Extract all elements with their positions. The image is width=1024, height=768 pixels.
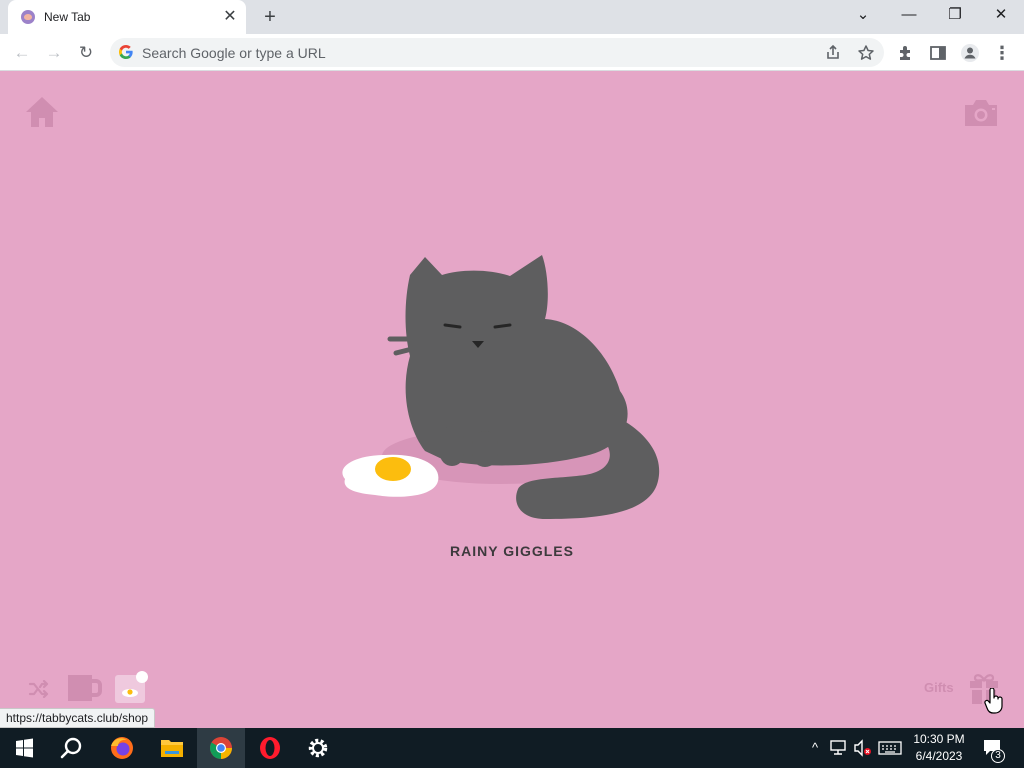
bookmark-star-icon[interactable] — [855, 42, 877, 64]
taskbar-clock[interactable]: 10:30 PM 6/4/2023 — [905, 731, 973, 765]
home-icon[interactable] — [24, 95, 60, 129]
browser-toolbar: ← → ↻ ⋮ — [0, 34, 1024, 71]
new-tab-page: RAINY GIGGLES Gifts https://tabbycats.cl… — [0, 71, 1024, 728]
tabbycats-favicon-icon — [21, 10, 35, 24]
tab-strip: New Tab ✕ + ⌄ — ❐ ✕ — [0, 0, 1024, 34]
google-logo-icon — [119, 45, 133, 59]
share-icon[interactable] — [822, 42, 844, 64]
cat-name-title: RAINY GIGGLES — [450, 543, 574, 559]
window-close-button[interactable]: ✕ — [978, 0, 1024, 30]
tab-title: New Tab — [44, 10, 91, 24]
windows-taskbar: ^ 10:30 PM 6/4/2023 3 — [0, 728, 1024, 768]
new-tab-button[interactable]: + — [258, 5, 282, 29]
tab-close-button[interactable]: ✕ — [220, 7, 240, 27]
shuffle-icon[interactable] — [28, 680, 50, 698]
show-hidden-icons-button[interactable]: ^ — [806, 728, 824, 768]
minimize-button[interactable]: — — [886, 0, 932, 30]
omnibox[interactable] — [110, 38, 884, 67]
gifts-label[interactable]: Gifts — [924, 680, 954, 695]
settings-icon[interactable] — [294, 728, 342, 768]
start-icon[interactable] — [0, 728, 48, 768]
hand-cursor-icon — [984, 688, 1003, 714]
back-button[interactable]: ← — [8, 39, 36, 67]
clock-date: 6/4/2023 — [915, 749, 963, 763]
search-icon[interactable] — [48, 728, 96, 768]
side-panel-icon[interactable] — [925, 40, 951, 66]
fried-egg-icon — [342, 454, 439, 497]
opera-icon[interactable] — [246, 728, 294, 768]
tab-search-button[interactable]: ⌄ — [840, 0, 886, 30]
notification-center-button[interactable]: 3 — [980, 728, 1006, 768]
volume-muted-icon[interactable] — [852, 738, 874, 758]
restore-button[interactable]: ❐ — [932, 0, 978, 30]
keyboard-icon[interactable] — [878, 740, 902, 756]
mug-icon[interactable] — [66, 673, 102, 705]
omnibox-input[interactable] — [142, 38, 802, 67]
extensions-icon[interactable] — [893, 40, 919, 66]
status-bubble-url: https://tabbycats.club/shop — [0, 708, 156, 728]
notification-count-badge: 3 — [991, 749, 1005, 763]
clock-time: 10:30 PM — [913, 732, 965, 746]
network-icon[interactable] — [828, 738, 848, 758]
tab-new-tab[interactable]: New Tab ✕ — [8, 0, 246, 34]
menu-icon[interactable]: ⋮ — [989, 40, 1015, 66]
egg-collection-icon[interactable] — [114, 669, 150, 705]
firefox-icon[interactable] — [98, 728, 146, 768]
file-explorer-icon[interactable] — [148, 728, 196, 768]
forward-button[interactable]: → — [40, 39, 68, 67]
profile-icon[interactable] — [957, 40, 983, 66]
camera-icon[interactable] — [962, 97, 1000, 129]
notification-dot — [136, 671, 148, 683]
chrome-icon[interactable] — [197, 728, 245, 768]
reload-button[interactable]: ↻ — [72, 39, 100, 67]
cat-illustration — [342, 255, 660, 519]
